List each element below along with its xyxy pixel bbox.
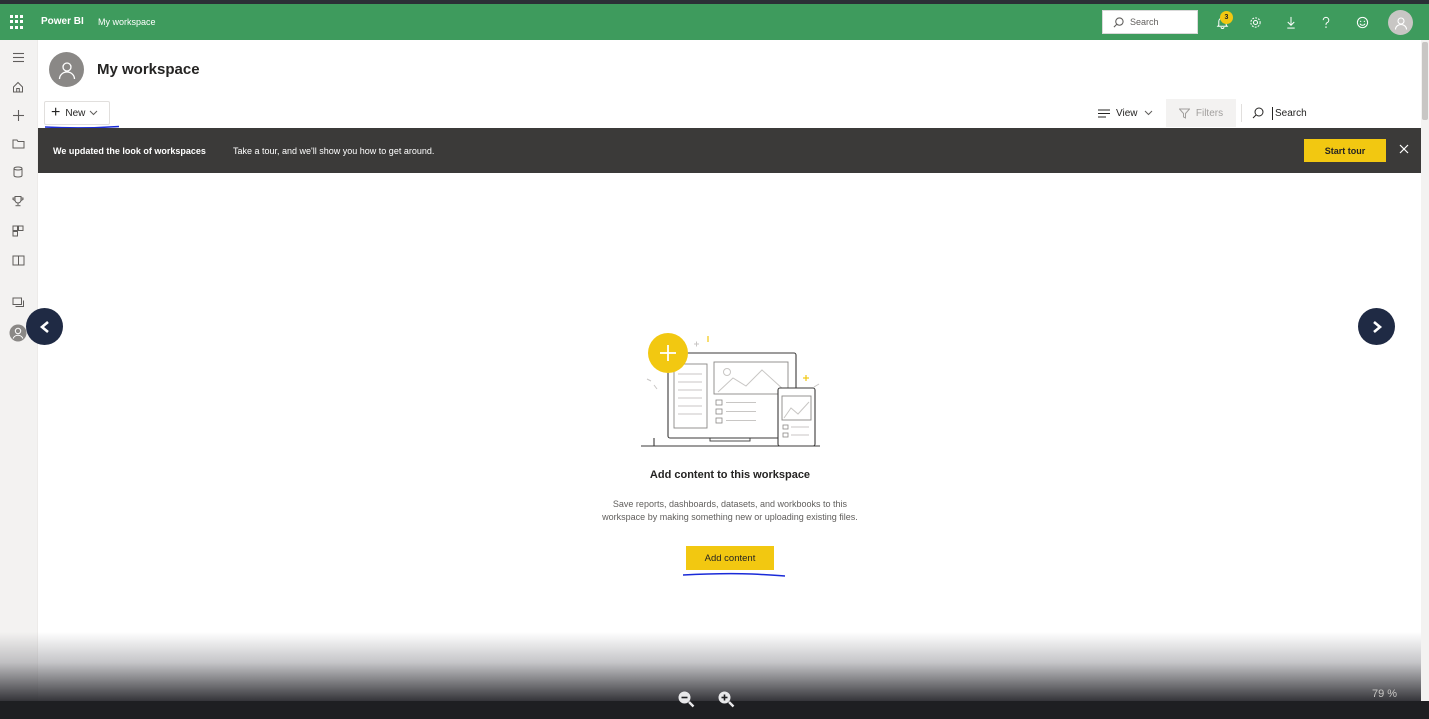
brand-name[interactable]: Power BI: [41, 16, 84, 27]
chevron-down-icon: [1144, 110, 1152, 116]
workspaces-icon[interactable]: [8, 292, 28, 312]
learn-book-icon[interactable]: [8, 250, 28, 270]
annotation-underline-add-content: [682, 572, 786, 577]
next-slide-button[interactable]: [1358, 308, 1395, 345]
settings-gear-icon[interactable]: [1245, 12, 1265, 32]
person-icon: [1394, 16, 1407, 30]
search-icon: [1252, 107, 1264, 119]
banner-headline: We updated the look of workspaces: [53, 146, 206, 156]
page-title: My workspace: [97, 61, 200, 78]
add-content-illustration: [641, 333, 820, 447]
text-caret: [1272, 106, 1273, 120]
empty-state-title: Add content to this workspace: [649, 469, 811, 481]
datahub-icon[interactable]: [8, 162, 28, 182]
add-content-button[interactable]: Add content: [686, 546, 774, 570]
filter-funnel-icon: [1178, 108, 1190, 119]
toolbar-divider: [1241, 104, 1242, 122]
search-placeholder: Search: [1130, 17, 1159, 27]
app-header: Power BI My workspace Search 3: [0, 4, 1429, 40]
viewer-bottom-bar: [0, 701, 1429, 719]
notification-count-badge: 3: [1220, 11, 1233, 24]
chevron-right-icon: [1372, 320, 1382, 333]
home-icon[interactable]: [8, 77, 28, 97]
new-button[interactable]: + New: [44, 101, 110, 125]
scrollbar-thumb[interactable]: [1422, 42, 1428, 120]
browse-icon[interactable]: [8, 133, 28, 153]
new-button-label: New: [65, 107, 86, 119]
empty-state-description-line-2: workspace by making something new or upl…: [602, 512, 858, 522]
help-icon[interactable]: [1316, 12, 1336, 32]
search-icon: [1113, 16, 1124, 27]
feedback-smiley-icon[interactable]: [1352, 12, 1372, 32]
person-icon: [58, 61, 75, 79]
view-button[interactable]: View: [1098, 104, 1153, 122]
header-search-box[interactable]: Search: [1102, 10, 1198, 34]
breadcrumb[interactable]: My workspace: [98, 17, 156, 27]
filters-button-label: Filters: [1195, 107, 1224, 119]
zoom-out-icon[interactable]: [677, 690, 695, 708]
goals-trophy-icon[interactable]: [8, 191, 28, 211]
previous-slide-button[interactable]: [26, 308, 63, 345]
plus-icon: +: [51, 104, 61, 121]
workspace-avatar: [49, 52, 84, 87]
close-icon[interactable]: [1396, 141, 1412, 159]
scrollbar-track[interactable]: [1421, 40, 1429, 719]
app-launcher-icon[interactable]: [10, 15, 24, 29]
empty-state-description: Save reports, dashboards, datasets, and …: [560, 498, 900, 524]
search-placeholder: Search: [1275, 107, 1307, 119]
apps-icon[interactable]: [8, 221, 28, 241]
chevron-down-icon: [89, 109, 98, 118]
filters-button[interactable]: Filters: [1166, 99, 1236, 127]
workspace-search-input[interactable]: Search: [1252, 101, 1420, 125]
view-button-label: View: [1116, 107, 1138, 119]
zoom-in-icon[interactable]: [717, 690, 735, 708]
start-tour-button[interactable]: Start tour: [1304, 139, 1386, 162]
left-navigation: [0, 40, 38, 719]
workspace-update-banner: We updated the look of workspaces Take a…: [38, 128, 1421, 173]
create-icon[interactable]: [8, 105, 28, 125]
my-workspace-avatar-icon[interactable]: [8, 323, 28, 343]
menu-icon[interactable]: [8, 47, 28, 67]
zoom-level-readout: 79 %: [1372, 688, 1398, 700]
banner-message: Take a tour, and we'll show you how to g…: [233, 146, 435, 156]
download-icon[interactable]: [1281, 12, 1301, 32]
view-lines-icon: [1098, 109, 1110, 117]
account-avatar[interactable]: [1388, 10, 1413, 35]
chevron-left-icon: [39, 320, 49, 333]
empty-state-description-line-1: Save reports, dashboards, datasets, and …: [612, 499, 848, 509]
